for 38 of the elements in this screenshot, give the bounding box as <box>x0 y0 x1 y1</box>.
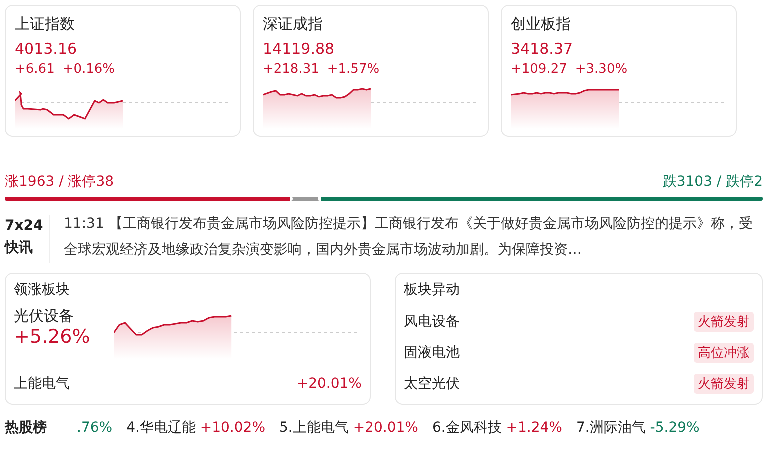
sector-percent: +5.26% <box>14 326 92 348</box>
index-percent: +0.16% <box>62 62 116 77</box>
index-percent: +1.57% <box>327 62 380 77</box>
panel-title: 板块异动 <box>404 281 461 300</box>
index-card[interactable]: 创业板指 3418.37 +109.27 +3.30% <box>501 5 737 137</box>
index-card[interactable]: 上证指数 4013.16 +6.61 +0.16% <box>5 5 241 137</box>
index-price: 4013.16 <box>15 39 78 59</box>
sector-tag: 高位冲涨 <box>694 343 754 363</box>
sector-name: 太空光伏 <box>404 374 460 393</box>
advancers-count: 涨1963 / 涨停38 <box>5 173 114 191</box>
sector-name: 固液电池 <box>404 344 460 362</box>
news-text[interactable]: 11:31 【工商银行发布贵金属市场风险防控提示】工商银行发布《关于做好贵金属市场风险防控的提示》称，受全球宏观经济及地缘政治复杂演变影响，国内外贵金属市场波动加剧。为保障投资… <box>64 211 765 263</box>
hot-stock-item[interactable]: 4.华电辽能 +10.02% <box>126 419 266 437</box>
index-price: 3418.37 <box>511 39 574 59</box>
hot-stock-item[interactable]: 7.洲际油气 -5.29% <box>576 419 700 437</box>
news-badge-text: 快讯 <box>5 239 34 258</box>
hot-stock-item[interactable]: 6.金风科技 +1.24% <box>432 419 562 437</box>
sector-name: 光伏设备 <box>14 307 75 326</box>
index-percent: +3.30% <box>575 62 628 77</box>
index-change: +6.61 <box>15 62 55 77</box>
index-card[interactable]: 深证成指 14119.88 +218.31 +1.57% <box>253 5 489 137</box>
index-change: +109.27 <box>511 62 568 77</box>
top-stock-name: 上能电气 <box>14 374 70 393</box>
news-badge-text: 7x24 <box>5 217 44 236</box>
index-name: 深证成指 <box>263 14 324 35</box>
hot-stock-item[interactable]: 5.上能电气 +20.01% <box>280 419 418 437</box>
sector-tag: 火箭发射 <box>694 374 754 394</box>
hot-stock-item[interactable]: .76% <box>77 420 113 436</box>
sector-tag: 火箭发射 <box>694 312 754 332</box>
top-stock-percent: +20.01% <box>296 376 362 392</box>
index-name: 创业板指 <box>511 14 572 35</box>
index-name: 上证指数 <box>15 14 76 35</box>
index-change: +218.31 <box>263 62 320 77</box>
index-price: 14119.88 <box>263 39 336 59</box>
sector-name: 风电设备 <box>404 313 460 332</box>
decliners-count: 跌3103 / 跌停2 <box>662 173 763 191</box>
hot-list-title: 热股榜 <box>5 419 47 437</box>
panel-title: 领涨板块 <box>14 281 71 300</box>
